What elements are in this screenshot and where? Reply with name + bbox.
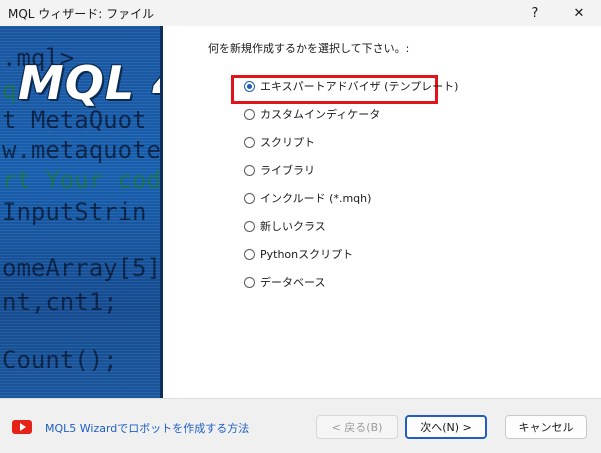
wizard-prompt: 何を新規作成するかを選択して下さい。: [208, 42, 410, 55]
option-label: Pythonスクリプト [260, 248, 354, 261]
close-icon[interactable]: ✕ [557, 0, 601, 26]
file-type-option[interactable]: カスタムインディケータ [244, 105, 380, 123]
mql-wizard-window: MQL ウィザード: ファイル ? ✕ .mql> qt MetaQuotw.m… [0, 0, 601, 453]
wizard-footer: MQL5 Wizardでロボットを作成する方法 < 戻る(B) 次へ(N) > … [0, 398, 601, 453]
option-label: データベース [260, 276, 326, 289]
youtube-icon[interactable] [12, 420, 32, 434]
option-label: エキスパートアドバイザ (テンプレート) [260, 80, 459, 93]
option-label: カスタムインディケータ [260, 108, 381, 121]
file-type-option[interactable]: インクルード (*.mqh) [244, 189, 371, 207]
file-type-option[interactable]: スクリプト [244, 133, 315, 151]
back-button[interactable]: < 戻る(B) [316, 415, 398, 439]
window-title: MQL ウィザード: ファイル [8, 7, 155, 21]
next-button[interactable]: 次へ(N) > [405, 415, 487, 439]
mql4-logo: MQL 4 [18, 56, 163, 110]
option-label: インクルード (*.mqh) [260, 192, 372, 205]
file-type-option[interactable]: 新しいクラス [244, 217, 326, 235]
radio-unchecked-icon[interactable] [244, 164, 255, 176]
file-type-option[interactable]: エキスパートアドバイザ (テンプレート) [244, 77, 458, 95]
radio-unchecked-icon[interactable] [244, 248, 255, 260]
banner-edge [160, 26, 163, 398]
wizard-help-link[interactable]: MQL5 Wizardでロボットを作成する方法 [45, 420, 249, 436]
help-icon[interactable]: ? [513, 0, 557, 26]
radio-unchecked-icon[interactable] [244, 192, 255, 204]
cancel-button[interactable]: キャンセル [505, 415, 587, 439]
title-bar: MQL ウィザード: ファイル ? ✕ [0, 0, 601, 26]
radio-unchecked-icon[interactable] [244, 276, 255, 288]
file-type-option[interactable]: データベース [244, 273, 325, 291]
option-label: 新しいクラス [260, 220, 326, 233]
radio-checked-icon[interactable] [244, 80, 255, 92]
mql4-banner: .mql> qt MetaQuotw.metaquotert Your cod … [0, 26, 163, 398]
file-type-option[interactable]: ライブラリ [244, 161, 315, 179]
radio-unchecked-icon[interactable] [244, 136, 255, 148]
option-label: ライブラリ [260, 164, 315, 177]
radio-unchecked-icon[interactable] [244, 108, 255, 120]
file-type-option[interactable]: Pythonスクリプト [244, 245, 353, 263]
radio-unchecked-icon[interactable] [244, 220, 255, 232]
option-label: スクリプト [260, 136, 315, 149]
